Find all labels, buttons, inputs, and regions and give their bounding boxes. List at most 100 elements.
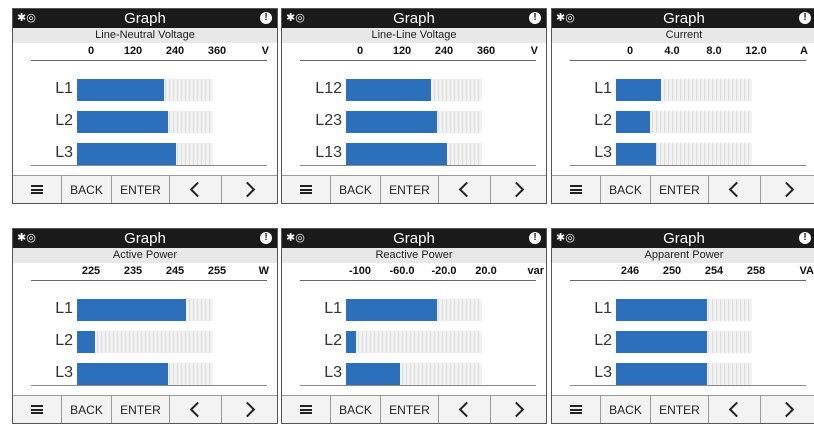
bar-row: L2 [13,108,277,134]
enter-button[interactable]: ENTER [111,396,169,423]
previous-button[interactable] [169,176,221,203]
screen-title: Graph [124,10,166,27]
axis-tick-labels: 0 120 240 360 V [13,45,277,59]
navigation-bar: BACK ENTER [13,395,277,423]
value-bar [346,111,437,133]
bar-row: L2 [552,328,814,354]
enter-button[interactable]: ENTER [111,176,169,203]
chart-baseline [570,165,806,166]
menu-icon [570,185,582,194]
value-bar [346,143,447,165]
alert-icon[interactable]: ! [260,232,272,244]
bar-row: L1 [13,76,277,102]
value-bar [346,299,437,321]
enter-button[interactable]: ENTER [650,396,708,423]
back-button[interactable]: BACK [61,176,111,203]
screen-title: Graph [393,230,435,247]
axis-tick-label: 225 [81,265,101,277]
back-button-label: BACK [609,402,642,417]
menu-button[interactable] [552,396,600,423]
bar-row: L2 [552,108,814,134]
navigation-bar: BACK ENTER [282,395,546,423]
menu-button[interactable] [282,396,330,423]
previous-button[interactable] [438,176,490,203]
axis-line [570,280,806,281]
enter-button-label: ENTER [120,402,161,417]
axis-tick-label: 0 [356,45,364,57]
menu-button[interactable] [13,176,61,203]
value-bar [77,143,176,165]
value-bar [77,299,186,321]
menu-button[interactable] [13,396,61,423]
chevron-left-icon [458,181,475,198]
axis-tick-label: 255 [207,265,227,277]
axis-unit: V [530,45,538,57]
axis-tick-label: -20.0 [431,265,457,277]
alert-icon[interactable]: ! [260,12,272,24]
value-bar [616,79,661,101]
back-button[interactable]: BACK [600,176,650,203]
phase-label: L23 [315,112,342,129]
value-bar [77,111,168,133]
title-bar: ✱◎ Graph! [282,9,546,28]
axis-tick-label: 4.0 [664,45,680,57]
next-button[interactable] [221,396,277,423]
axis-tick-labels: 0 4.0 8.0 12.0 A [552,45,814,59]
back-button[interactable]: BACK [600,396,650,423]
alert-icon[interactable]: ! [529,12,541,24]
bar-track [346,331,482,353]
menu-button[interactable] [552,176,600,203]
bar-row: L1 [552,296,814,322]
graph-screen: ✱◎ Graph! Line-Line Voltage 0 120 240 360 V L12 L… [281,8,547,204]
phase-label: L1 [55,80,73,97]
screen-title: Graph [663,230,705,247]
enter-button[interactable]: ENTER [650,176,708,203]
next-button[interactable] [760,176,814,203]
phase-label: L3 [55,364,73,381]
phase-label: L2 [55,332,73,349]
next-button[interactable] [490,176,546,203]
value-bar [77,363,168,385]
menu-button[interactable] [282,176,330,203]
value-bar [616,363,707,385]
axis-tick-label: 245 [165,265,185,277]
previous-button[interactable] [708,396,760,423]
value-bar [77,79,164,101]
alert-icon[interactable]: ! [529,232,541,244]
back-button[interactable]: BACK [61,396,111,423]
back-button[interactable]: BACK [330,396,380,423]
alert-icon[interactable]: ! [799,12,811,24]
chevron-right-icon [508,181,525,198]
axis-tick-label: 360 [207,45,227,57]
enter-button[interactable]: ENTER [380,396,438,423]
axis-tick-label: -60.0 [389,265,415,277]
bar-row: L3 [13,140,277,166]
next-button[interactable] [490,396,546,423]
next-button[interactable] [760,396,814,423]
alert-icon[interactable]: ! [799,232,811,244]
previous-button[interactable] [708,176,760,203]
next-button[interactable] [221,176,277,203]
phase-label: L1 [594,300,612,317]
value-bar [616,111,650,133]
enter-button[interactable]: ENTER [380,176,438,203]
previous-button[interactable] [438,396,490,423]
axis-unit: W [258,265,269,277]
chart-baseline [300,385,536,386]
previous-button[interactable] [169,396,221,423]
screen-title: Graph [663,10,705,27]
axis-line [31,60,267,61]
axis-tick-label: 0 [626,45,634,57]
graph-screen: ✱◎ Graph! Current 0 4.0 8.0 12.0 A L1 L2 L3 BACK ENT… [551,8,814,204]
phase-label: L3 [55,144,73,161]
measurement-title: Apparent Power [552,248,814,263]
back-button[interactable]: BACK [330,176,380,203]
bar-row: L1 [13,296,277,322]
title-bar: ✱◎ Graph! [282,229,546,248]
axis-unit: var [527,265,544,277]
value-bar [346,79,431,101]
bar-row: L3 [552,360,814,386]
menu-icon [300,185,312,194]
measurement-title: Active Power [13,248,277,263]
chart-baseline [31,385,267,386]
